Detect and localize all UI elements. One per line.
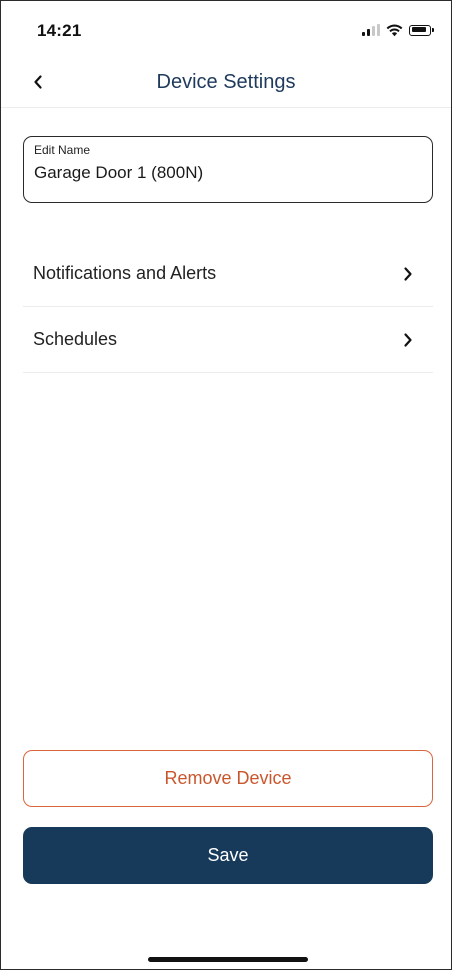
remove-device-button[interactable]: Remove Device: [23, 750, 433, 807]
list-item-label: Notifications and Alerts: [33, 263, 217, 283]
app-screen: 14:21 Device Settings Edit Name Garage D…: [0, 0, 452, 970]
status-icons: [362, 23, 434, 37]
list-item-schedules[interactable]: Schedules: [23, 307, 433, 373]
list-item-notifications-and-alerts[interactable]: Notifications and Alerts: [23, 241, 433, 307]
list-item-label: Schedules: [33, 329, 118, 349]
chevron-right-icon: [404, 266, 412, 281]
cellular-signal-icon: [362, 24, 380, 36]
status-time: 14:21: [37, 21, 82, 40]
edit-name-input[interactable]: [34, 163, 422, 183]
status-bar: 14:21: [1, 1, 451, 59]
edit-name-field[interactable]: Edit Name: [23, 136, 433, 203]
wifi-icon: [386, 24, 403, 36]
edit-name-label: Edit Name: [34, 143, 91, 157]
battery-icon: [409, 24, 434, 36]
settings-list: Notifications and Alerts Schedules: [23, 241, 433, 373]
save-button[interactable]: Save: [23, 827, 433, 884]
home-indicator[interactable]: [148, 957, 308, 962]
page-title: Device Settings: [156, 71, 296, 93]
nav-header: Device Settings: [1, 59, 451, 108]
chevron-right-icon: [404, 332, 412, 347]
